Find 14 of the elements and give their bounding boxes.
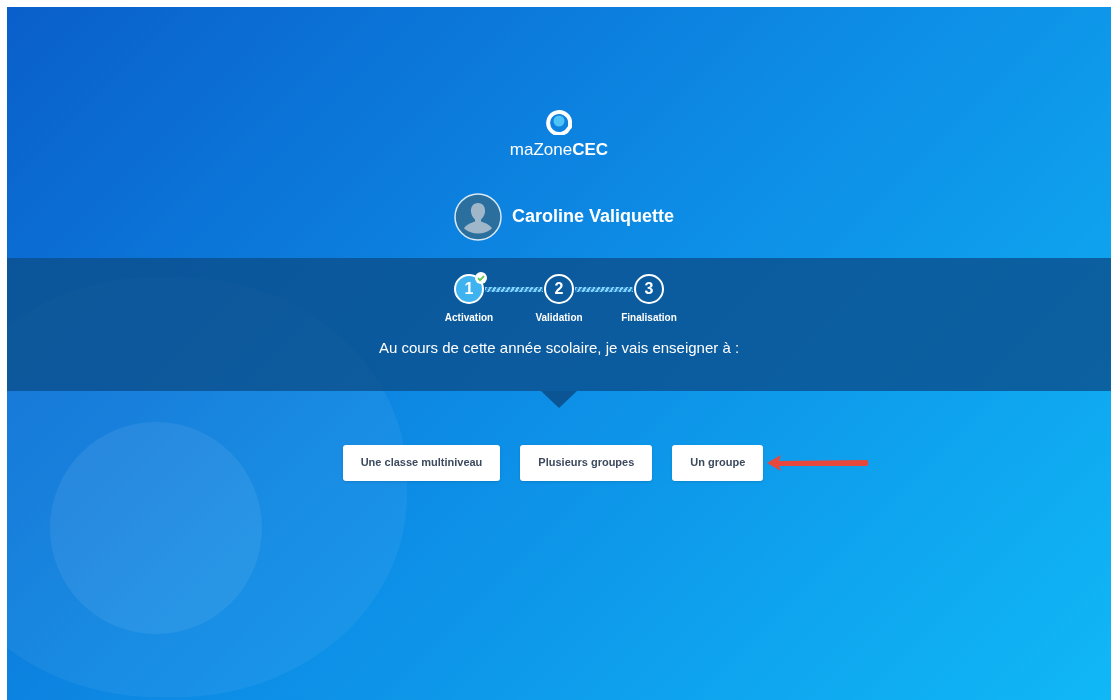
step-label: Validation — [535, 310, 583, 325]
check-icon — [475, 271, 487, 284]
step-label: Finalisation — [621, 310, 677, 325]
step-connector — [575, 286, 633, 292]
option-button[interactable]: Plusieurs groupes — [520, 444, 653, 481]
user-name: Caroline Valiquette — [511, 205, 674, 228]
prompt-text: Au cours de cette année scolaire, je vais enseigner à : — [378, 337, 740, 358]
option-button[interactable]: Une classe multiniveau — [342, 444, 501, 481]
logo-text: maZoneCEC — [509, 139, 609, 161]
option-button[interactable]: Un groupe — [672, 444, 764, 481]
logo-icon — [545, 107, 573, 135]
step-label: Activation — [444, 310, 494, 325]
avatar-icon — [453, 192, 502, 241]
step-connector — [485, 286, 543, 292]
